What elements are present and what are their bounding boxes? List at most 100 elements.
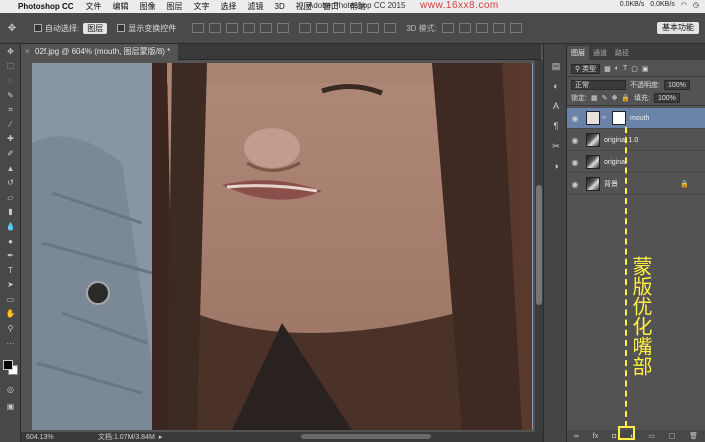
move-tool[interactable]: ✥ — [0, 44, 21, 59]
3d-rotate-icon[interactable] — [441, 23, 454, 33]
fx-icon[interactable]: fx — [593, 433, 598, 440]
link-layers-icon[interactable]: ∞ — [574, 433, 579, 440]
eyedropper-tool[interactable]: ⁄ — [0, 117, 21, 132]
color-swatches[interactable] — [3, 360, 19, 376]
distribute-top-icon[interactable] — [299, 23, 312, 33]
auto-select-dropdown[interactable]: 图层 — [83, 22, 108, 34]
paragraph-panel-icon[interactable]: ¶ — [544, 116, 568, 136]
align-top-icon[interactable] — [192, 23, 205, 33]
lasso-tool[interactable]: ◌ — [0, 73, 21, 88]
tab-layers[interactable]: 图层 — [567, 46, 589, 60]
zoom-tool[interactable]: ⚲ — [0, 321, 21, 336]
align-left-icon[interactable] — [243, 23, 256, 33]
blur-tool[interactable]: 💧 — [0, 219, 21, 234]
show-transform-checkbox[interactable] — [117, 24, 126, 32]
adjustments-panel-icon[interactable]: ◑ — [544, 156, 568, 176]
marquee-tool[interactable]: ⬚ — [0, 59, 21, 74]
visibility-eye-icon[interactable]: ◉ — [567, 158, 583, 167]
dodge-tool[interactable]: ● — [0, 234, 21, 249]
lock-icon[interactable]: 🔒 — [680, 180, 689, 188]
lock-all-icon[interactable]: 🔒 — [621, 94, 630, 102]
history-panel-icon[interactable]: ▤ — [544, 56, 568, 76]
app-name-menu[interactable]: Photoshop CC — [18, 2, 74, 11]
tools-preset-icon[interactable]: ✂ — [544, 136, 568, 156]
layer-name[interactable]: mouth — [630, 115, 649, 122]
layer-row-original[interactable]: ◉ original — [567, 152, 705, 173]
pen-tool[interactable]: ✒ — [0, 248, 21, 263]
vertical-scroll-thumb[interactable] — [536, 185, 542, 305]
document-tab[interactable]: × 02f.jpg @ 604% (mouth, 图层蒙版/8) * — [21, 44, 179, 60]
workspace-dropdown[interactable]: 基本功能 — [657, 22, 699, 34]
path-select-tool[interactable]: ➤ — [0, 278, 21, 293]
lock-transparent-icon[interactable]: ▦ — [591, 94, 598, 102]
screen-mode-icon[interactable]: ▣ — [0, 399, 21, 414]
menu-image[interactable]: 图像 — [140, 1, 156, 12]
lock-position-icon[interactable]: ✥ — [611, 94, 617, 102]
add-mask-icon[interactable]: ◘ — [612, 433, 616, 440]
history-brush-tool[interactable]: ↺ — [0, 175, 21, 190]
new-layer-icon[interactable]: ▢ — [669, 432, 676, 440]
document-info[interactable]: 文档:1.07M/3.84M — [98, 432, 155, 442]
layer-thumbnail[interactable] — [586, 155, 600, 169]
menu-edit[interactable]: 编辑 — [113, 1, 129, 12]
fill-input[interactable]: 100% — [654, 92, 680, 103]
layer-name[interactable]: original 1.0 — [604, 137, 638, 144]
layer-thumbnail[interactable] — [586, 177, 600, 191]
clock-icon[interactable]: ◷ — [693, 1, 699, 9]
3d-roll-icon[interactable] — [458, 23, 471, 33]
3d-pan-icon[interactable] — [475, 23, 488, 33]
align-bottom-icon[interactable] — [226, 23, 239, 33]
hand-tool[interactable]: ✋ — [0, 307, 21, 322]
distribute-hcenter-icon[interactable] — [367, 23, 380, 33]
align-right-icon[interactable] — [277, 23, 290, 33]
distribute-vcenter-icon[interactable] — [316, 23, 329, 33]
filter-type-icon[interactable]: T — [623, 65, 627, 72]
visibility-eye-icon[interactable]: ◉ — [567, 180, 583, 189]
properties-panel-icon[interactable]: ◐ — [544, 76, 568, 96]
distribute-left-icon[interactable] — [350, 23, 363, 33]
tab-paths[interactable]: 路径 — [611, 46, 633, 60]
filter-shape-icon[interactable]: ▢ — [631, 65, 638, 73]
visibility-eye-icon[interactable]: ◉ — [567, 114, 583, 123]
layer-thumbnail[interactable] — [586, 111, 600, 125]
distribute-right-icon[interactable] — [384, 23, 397, 33]
more-tools[interactable]: ··· — [0, 336, 21, 351]
menu-3d[interactable]: 3D — [275, 2, 285, 11]
quick-select-tool[interactable]: ✎ — [0, 88, 21, 103]
opacity-input[interactable]: 100% — [663, 79, 690, 90]
menu-filter[interactable]: 滤镜 — [248, 1, 264, 12]
layer-thumbnail[interactable] — [586, 133, 600, 147]
group-folder-icon[interactable]: ▭ — [648, 432, 655, 440]
zoom-level[interactable]: 604.13% — [26, 434, 76, 441]
trash-icon[interactable]: 🗑 — [689, 432, 698, 440]
layer-name[interactable]: original — [604, 159, 627, 166]
lock-paint-icon[interactable]: ✎ — [602, 94, 608, 102]
3d-slide-icon[interactable] — [492, 23, 505, 33]
character-panel-icon[interactable]: A — [544, 96, 568, 116]
healing-tool[interactable]: ✚ — [0, 132, 21, 147]
shape-tool[interactable]: ▭ — [0, 292, 21, 307]
quick-mask-icon[interactable]: ◎ — [0, 382, 21, 397]
align-hcenter-icon[interactable] — [260, 23, 273, 33]
filter-pixel-icon[interactable]: ▦ — [604, 65, 611, 73]
menu-select[interactable]: 选择 — [221, 1, 237, 12]
crop-tool[interactable]: ⌗ — [0, 102, 21, 117]
wifi-icon[interactable]: ◠ — [681, 1, 687, 9]
kind-filter-dropdown[interactable]: ⚲ 类型 — [571, 63, 601, 74]
mask-link-icon[interactable]: ∞ — [602, 115, 608, 121]
blend-mode-dropdown[interactable]: 正常 — [571, 79, 626, 90]
visibility-eye-icon[interactable]: ◉ — [567, 136, 583, 145]
type-tool[interactable]: T — [0, 263, 21, 278]
auto-select-checkbox[interactable] — [34, 24, 42, 32]
layer-row-mouth[interactable]: ◉ ∞ mouth — [567, 108, 705, 129]
close-icon[interactable]: × — [25, 44, 30, 60]
menu-layer[interactable]: 图层 — [167, 1, 183, 12]
tab-channels[interactable]: 通道 — [589, 46, 611, 60]
gradient-tool[interactable]: ▮ — [0, 205, 21, 220]
distribute-bottom-icon[interactable] — [333, 23, 346, 33]
stamp-tool[interactable]: ▲ — [0, 161, 21, 176]
eraser-tool[interactable]: ▱ — [0, 190, 21, 205]
3d-scale-icon[interactable] — [509, 23, 522, 33]
brush-tool[interactable]: ✐ — [0, 146, 21, 161]
vertical-scrollbar[interactable] — [535, 60, 543, 432]
